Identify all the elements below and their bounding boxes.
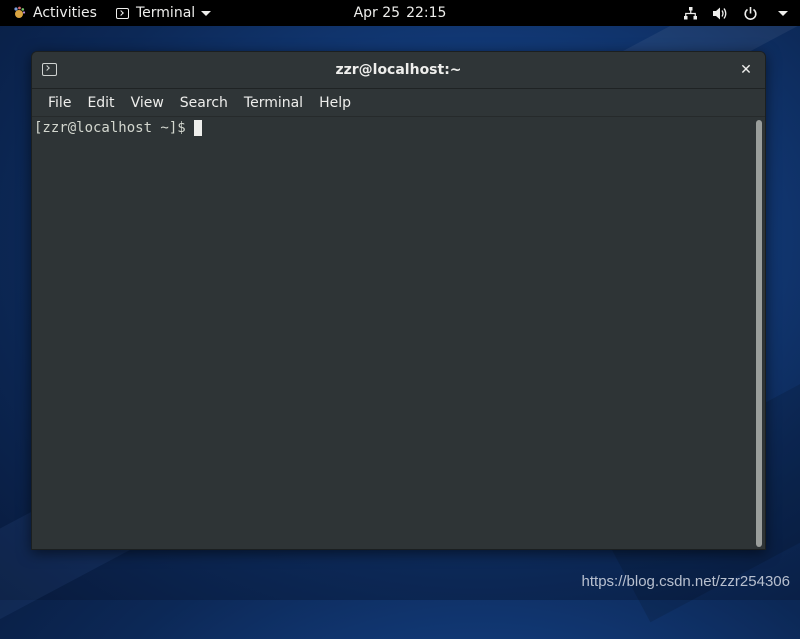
clock-button[interactable]: Apr 25 22:15 [0,0,800,26]
menu-edit[interactable]: Edit [79,89,122,116]
prompt-line: [zzr@localhost ~]$ [34,119,203,137]
network-icon [682,5,698,21]
terminal-output[interactable]: [zzr@localhost ~]$ [32,116,765,549]
system-tray[interactable] [682,0,788,26]
close-icon[interactable]: ✕ [737,61,755,79]
terminal-window[interactable]: zzr@localhost:~ ✕ File Edit View Search … [31,51,766,550]
chevron-down-icon [778,10,788,16]
window-title: zzr@localhost:~ [335,62,462,78]
top-bar: Activities Terminal Apr 25 22:15 [0,0,800,26]
menu-search[interactable]: Search [172,89,236,116]
menu-help[interactable]: Help [311,89,359,116]
terminal-icon[interactable] [42,63,57,76]
menu-view[interactable]: View [123,89,172,116]
menu-bar: File Edit View Search Terminal Help [32,89,765,116]
clock-time: 22:15 [406,5,447,21]
menu-file[interactable]: File [40,89,79,116]
clock-date: Apr 25 [353,5,401,21]
watermark: https://blog.csdn.net/zzr254306 [581,573,790,590]
shell-prompt: [zzr@localhost ~]$ [34,120,195,136]
text-cursor [194,120,203,136]
power-icon [742,5,758,21]
scrollbar[interactable] [756,120,762,547]
menu-terminal[interactable]: Terminal [236,89,311,116]
scrollbar-thumb[interactable] [756,120,762,547]
window-titlebar[interactable]: zzr@localhost:~ ✕ [32,52,765,89]
volume-icon [712,5,728,21]
